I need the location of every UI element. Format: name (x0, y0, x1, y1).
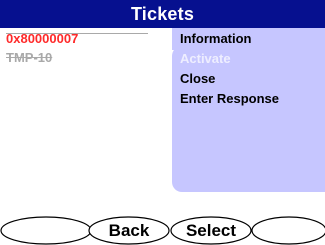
softkey-bar: Back Select (0, 216, 325, 245)
softkey-1-button[interactable] (0, 216, 88, 245)
ticket-list-item-disabled[interactable]: TMP-10 (6, 50, 52, 66)
menu-item-enter-response[interactable]: Enter Response (180, 91, 279, 107)
action-menu (172, 46, 325, 192)
menu-item-close[interactable]: Close (180, 71, 215, 87)
back-button[interactable]: Back (88, 216, 170, 245)
menu-item-information[interactable]: Information (180, 31, 252, 47)
select-button[interactable]: Select (170, 216, 252, 245)
ticket-screen: Tickets 0x80000007 TMP-10 Information Ac… (0, 0, 325, 245)
ticket-list: 0x80000007 TMP-10 (0, 28, 178, 216)
window-title: Tickets (0, 0, 325, 28)
softkey-4-button[interactable] (252, 216, 325, 245)
ticket-list-strike-line (6, 33, 148, 34)
menu-item-activate: Activate (180, 51, 231, 66)
